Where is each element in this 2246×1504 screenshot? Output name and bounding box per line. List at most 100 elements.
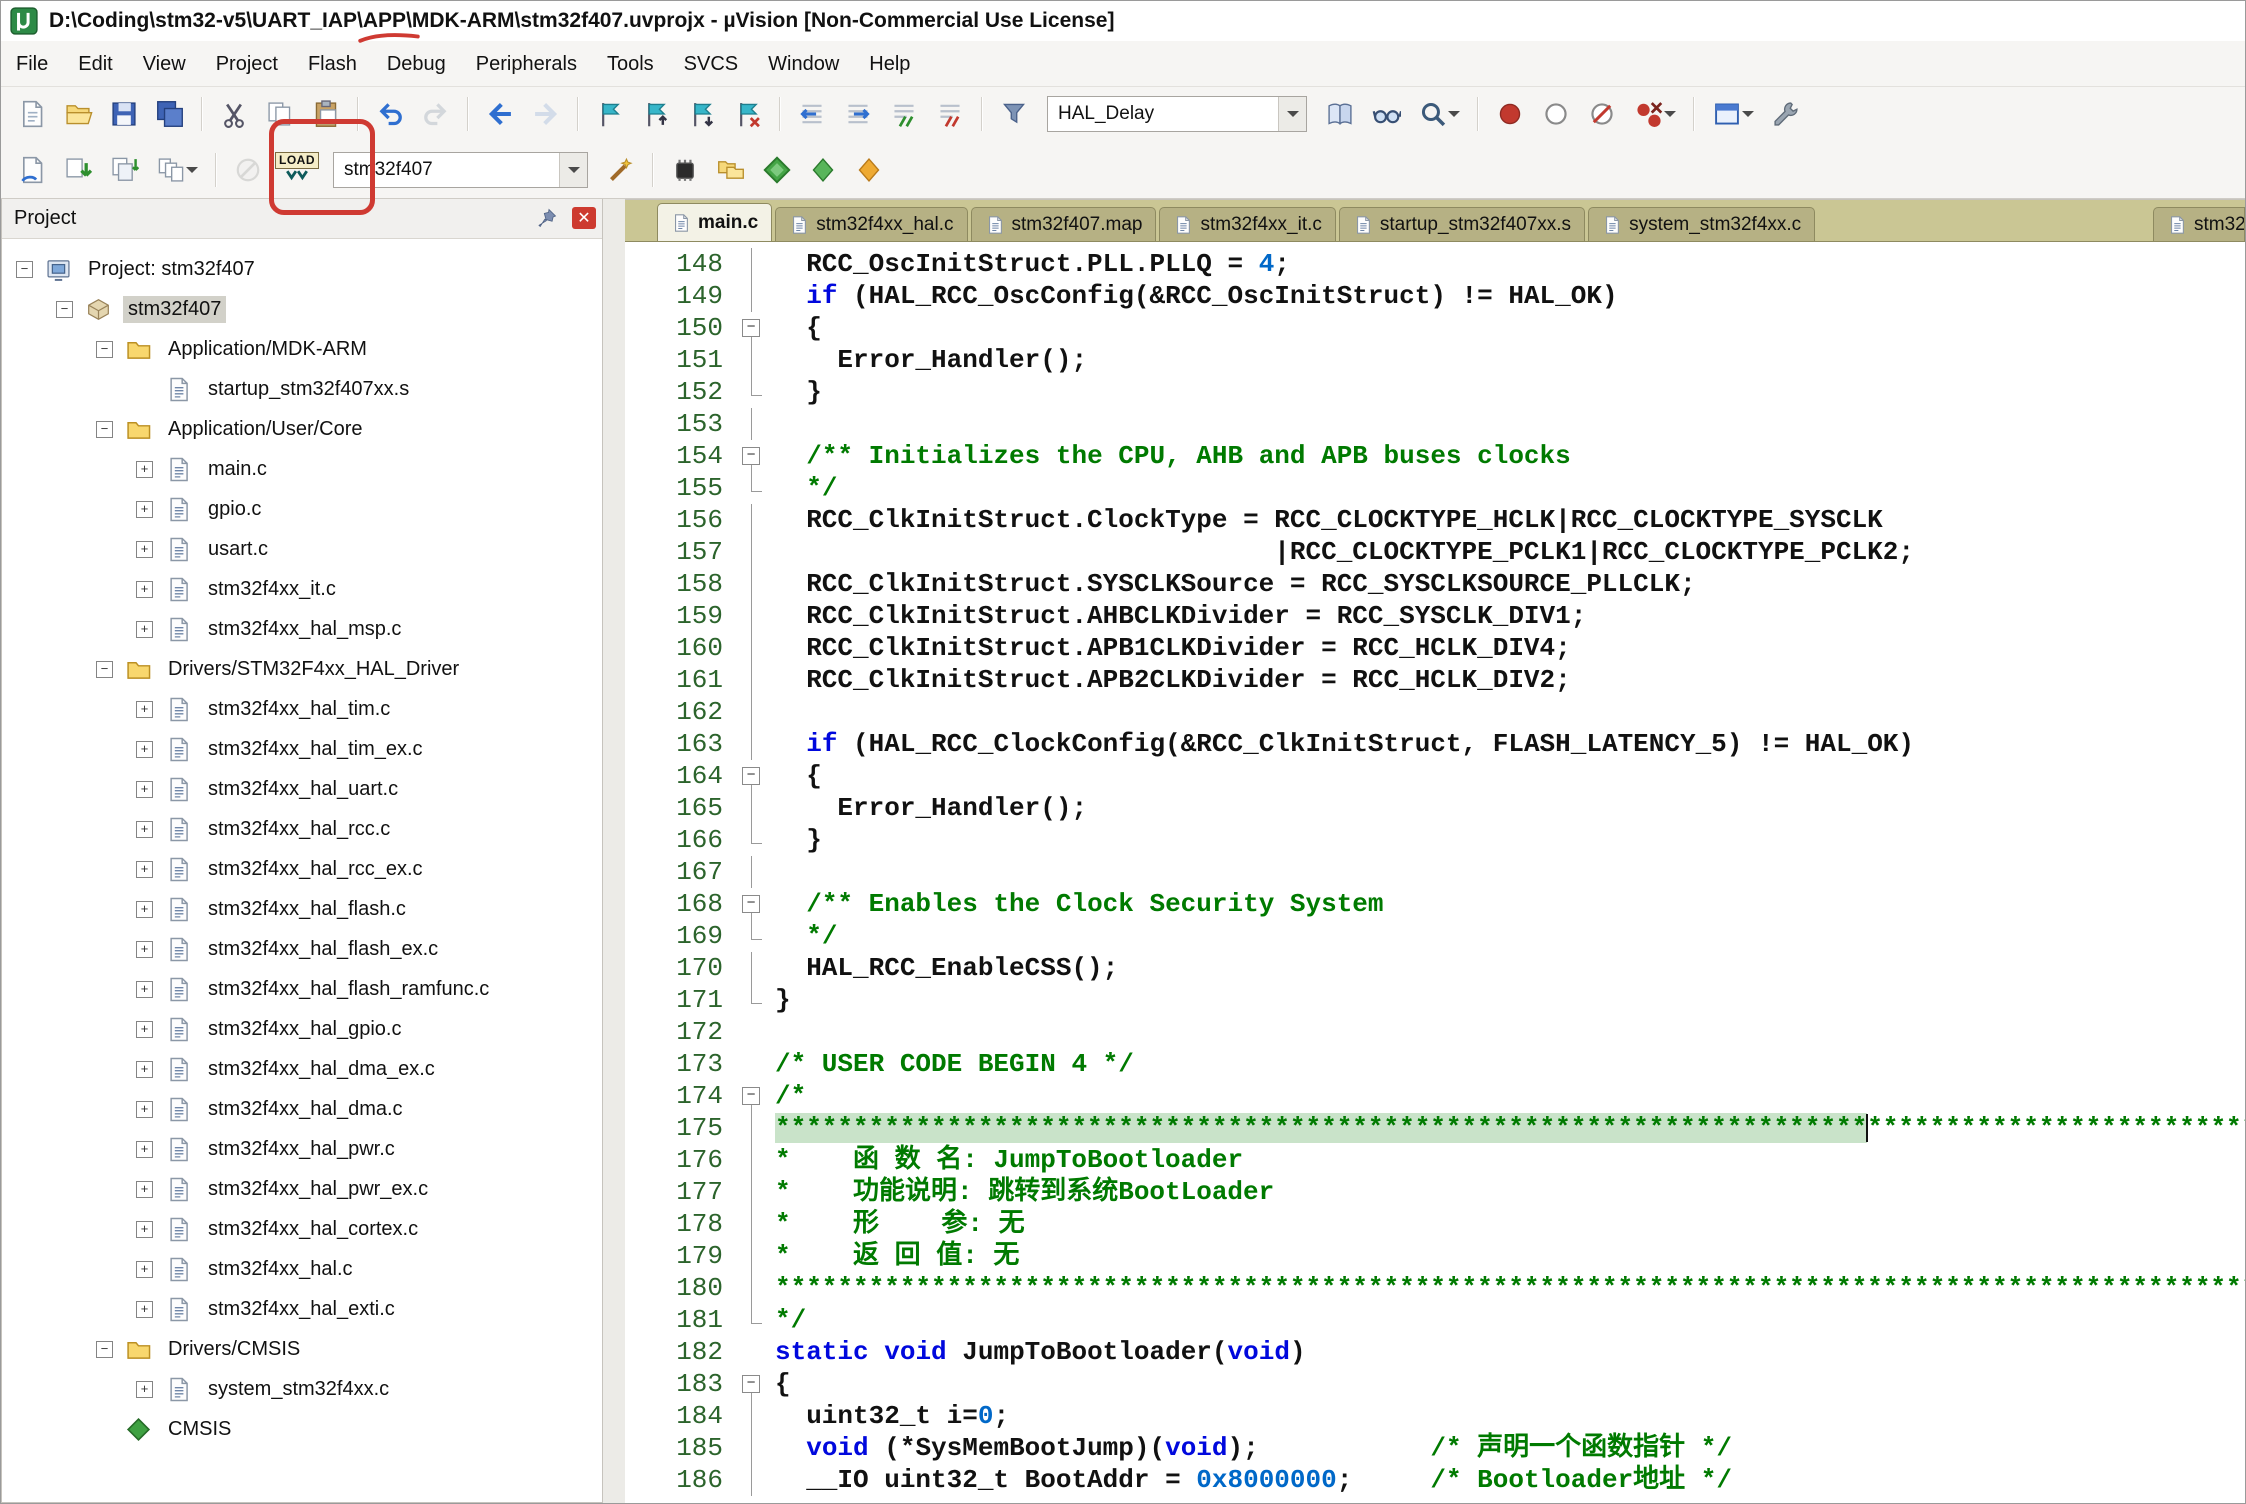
tree-item-label[interactable]: stm32f4xx_hal_dma.c <box>203 1096 408 1123</box>
menu-debug[interactable]: Debug <box>372 41 461 86</box>
tree-item[interactable]: + stm32f4xx_hal_tim_ex.c <box>2 729 602 769</box>
breakpoint-kill-all-button[interactable] <box>1625 92 1685 136</box>
load-button[interactable]: LOAD <box>271 145 323 195</box>
code-line[interactable]: 151 Error_Handler(); <box>625 344 2245 376</box>
expand-icon[interactable]: + <box>136 741 153 758</box>
tree-item[interactable]: +stm32f4xx_hal_flash_ramfunc.c <box>2 969 602 1009</box>
manage-project-items-button[interactable] <box>708 148 754 192</box>
code-line[interactable]: 165 Error_Handler(); <box>625 792 2245 824</box>
menu-edit[interactable]: Edit <box>63 41 127 86</box>
menu-help[interactable]: Help <box>854 41 925 86</box>
tree-item[interactable]: + stm32f4xx_hal_uart.c <box>2 769 602 809</box>
indent-button[interactable] <box>835 92 881 136</box>
tree-item[interactable]: −Application/User/Core <box>2 409 602 449</box>
expand-icon[interactable]: + <box>136 1261 153 1278</box>
tree-item[interactable]: +stm32f4xx_hal_tim.c <box>2 689 602 729</box>
tree-item[interactable]: −Drivers/CMSIS <box>2 1329 602 1369</box>
code-line[interactable]: 171} <box>625 984 2245 1016</box>
tree-item-label[interactable]: usart.c <box>203 536 273 563</box>
open-file-button[interactable] <box>55 92 101 136</box>
code-line[interactable]: 168− /** Enables the Clock Security Syst… <box>625 888 2245 920</box>
code-line[interactable]: 158 RCC_ClkInitStruct.SYSCLKSource = RCC… <box>625 568 2245 600</box>
code-line[interactable]: 156 RCC_ClkInitStruct.ClockType = RCC_CL… <box>625 504 2245 536</box>
save-button[interactable] <box>101 92 147 136</box>
expand-icon[interactable]: + <box>136 1021 153 1038</box>
close-panel-button[interactable]: ✕ <box>572 207 596 229</box>
code-line[interactable]: 166 } <box>625 824 2245 856</box>
tree-item-label[interactable]: stm32f4xx_hal_flash_ex.c <box>203 936 443 963</box>
editor-tab[interactable]: main.c <box>657 203 772 241</box>
menu-tools[interactable]: Tools <box>592 41 669 86</box>
expand-icon[interactable]: + <box>136 1101 153 1118</box>
tree-item-label[interactable]: Drivers/STM32F4xx_HAL_Driver <box>163 656 464 683</box>
tree-item-label[interactable]: stm32f4xx_hal_flash.c <box>203 896 411 923</box>
tree-item[interactable]: startup_stm32f407xx.s <box>2 369 602 409</box>
expand-icon[interactable]: + <box>136 781 153 798</box>
tree-item-label[interactable]: Application/MDK-ARM <box>163 336 372 363</box>
tree-item[interactable]: + stm32f4xx_hal_cortex.c <box>2 1209 602 1249</box>
tree-item-label[interactable]: stm32f4xx_hal_tim_ex.c <box>203 736 428 763</box>
build-button[interactable] <box>55 148 101 192</box>
code-line[interactable]: 152 } <box>625 376 2245 408</box>
expand-icon[interactable]: + <box>136 701 153 718</box>
tree-item[interactable]: +stm32f4xx_hal_pwr.c <box>2 1129 602 1169</box>
tree-item-label[interactable]: stm32f4xx_hal_rcc_ex.c <box>203 856 428 883</box>
code-line[interactable]: 182static void JumpToBootloader(void) <box>625 1336 2245 1368</box>
tree-item-label[interactable]: stm32f4xx_hal_dma_ex.c <box>203 1056 440 1083</box>
fold-collapse-icon[interactable]: − <box>742 767 760 785</box>
rebuild-all-button[interactable] <box>101 148 147 192</box>
fold-collapse-icon[interactable]: − <box>742 447 760 465</box>
collapse-icon[interactable]: − <box>96 341 113 358</box>
tree-item[interactable]: +stm32f4xx_it.c <box>2 569 602 609</box>
tree-item-label[interactable]: stm32f4xx_hal_cortex.c <box>203 1216 423 1243</box>
manage-rte-button[interactable] <box>754 148 800 192</box>
tree-item-label[interactable]: startup_stm32f407xx.s <box>203 376 414 403</box>
code-line[interactable]: 176* 函 数 名: JumpToBootloader <box>625 1144 2245 1176</box>
code-line[interactable]: 169 */ <box>625 920 2245 952</box>
code-line[interactable]: 180*************************************… <box>625 1272 2245 1304</box>
fold-collapse-icon[interactable]: − <box>742 1375 760 1393</box>
tree-item-label[interactable]: Application/User/Core <box>163 416 368 443</box>
expand-icon[interactable]: + <box>136 981 153 998</box>
code-line[interactable]: 148 RCC_OscInitStruct.PLL.PLLQ = 4; <box>625 248 2245 280</box>
cut-button[interactable] <box>211 92 257 136</box>
tree-item[interactable]: +stm32f4xx_hal.c <box>2 1249 602 1289</box>
tree-item[interactable]: +usart.c <box>2 529 602 569</box>
nav-forward-button[interactable] <box>523 92 569 136</box>
tree-item-label[interactable]: stm32f4xx_hal_uart.c <box>203 776 403 803</box>
collapse-icon[interactable]: − <box>96 1341 113 1358</box>
expand-icon[interactable]: + <box>136 1381 153 1398</box>
tree-item-label[interactable]: stm32f4xx_it.c <box>203 576 341 603</box>
tree-item[interactable]: + stm32f4xx_hal_dma.c <box>2 1089 602 1129</box>
fold-collapse-icon[interactable]: − <box>742 319 760 337</box>
stop-build-button[interactable] <box>225 148 271 192</box>
expand-icon[interactable]: + <box>136 461 153 478</box>
code-editor[interactable]: 148 RCC_OscInitStruct.PLL.PLLQ = 4;149 i… <box>625 242 2245 1503</box>
target-combo[interactable]: stm32f407 <box>333 152 588 188</box>
find-combo-dropdown-button[interactable] <box>1278 97 1306 131</box>
tree-item[interactable]: +stm32f4xx_hal_msp.c <box>2 609 602 649</box>
tree-item-label[interactable]: Project: stm32f407 <box>83 256 260 283</box>
copy-button[interactable] <box>257 92 303 136</box>
expand-icon[interactable]: + <box>136 1221 153 1238</box>
menu-svcs[interactable]: SVCS <box>669 41 753 86</box>
code-line[interactable]: 160 RCC_ClkInitStruct.APB1CLKDivider = R… <box>625 632 2245 664</box>
tree-item[interactable]: +system_stm32f4xx.c <box>2 1369 602 1409</box>
tree-item[interactable]: CMSIS <box>2 1409 602 1449</box>
menu-project[interactable]: Project <box>201 41 293 86</box>
expand-icon[interactable]: + <box>136 941 153 958</box>
menu-peripherals[interactable]: Peripherals <box>461 41 592 86</box>
tree-item-label[interactable]: gpio.c <box>203 496 266 523</box>
code-line[interactable]: 181*/ <box>625 1304 2245 1336</box>
undo-button[interactable] <box>367 92 413 136</box>
tree-item-label[interactable]: stm32f4xx_hal_pwr_ex.c <box>203 1176 433 1203</box>
comment-lines-button[interactable] <box>881 92 927 136</box>
fold-margin[interactable]: − <box>737 760 767 792</box>
tree-item[interactable]: +stm32f4xx_hal_exti.c <box>2 1289 602 1329</box>
tree-item[interactable]: +stm32f4xx_hal_gpio.c <box>2 1009 602 1049</box>
code-line[interactable]: 155 */ <box>625 472 2245 504</box>
code-line[interactable]: 186 __IO uint32_t BootAddr = 0x8000000; … <box>625 1464 2245 1496</box>
breakpoint-enable-button[interactable] <box>1533 92 1579 136</box>
nav-back-button[interactable] <box>477 92 523 136</box>
flash-configure-button[interactable] <box>662 148 708 192</box>
